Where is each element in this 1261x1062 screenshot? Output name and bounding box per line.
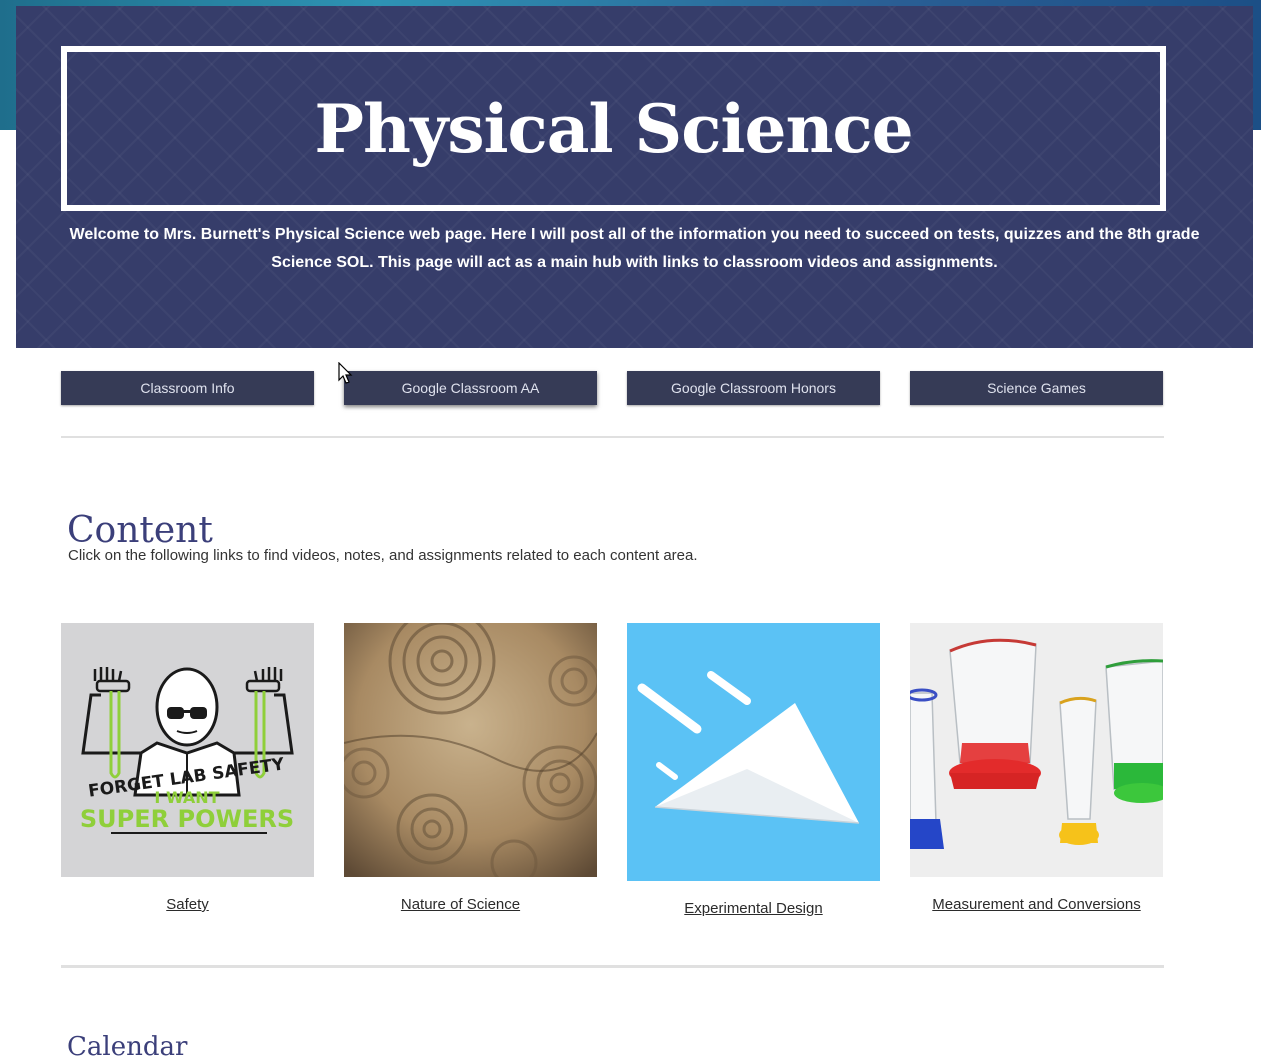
- content-link-measurement-and-conversions[interactable]: Measurement and Conversions: [910, 896, 1163, 913]
- nature-of-science-image-link[interactable]: [344, 623, 597, 877]
- calendar-heading: Calendar: [67, 1031, 188, 1062]
- section-divider: [61, 436, 1164, 438]
- header-banner: Physical Science Welcome to Mrs. Burnett…: [16, 6, 1253, 348]
- nav-button-classroom-info[interactable]: Classroom Info: [61, 371, 314, 405]
- nav-button-google-classroom-aa[interactable]: Google Classroom AA: [344, 371, 597, 405]
- measurement-image-link[interactable]: [910, 623, 1163, 877]
- content-heading: Content: [67, 509, 213, 551]
- fossils-image: [344, 623, 597, 877]
- content-link-experimental-design[interactable]: Experimental Design: [627, 900, 880, 917]
- paper-airplane-image: [627, 623, 880, 881]
- mouse-cursor-icon: [338, 362, 353, 384]
- content-intro: Click on the following links to find vid…: [68, 547, 698, 564]
- lab-safety-image: FORGET LAB SAFETY I WANT SUPER POWERS: [61, 623, 314, 877]
- title-frame: Physical Science: [61, 46, 1166, 211]
- measuring-cups-image: [910, 623, 1163, 877]
- content-link-safety[interactable]: Safety: [61, 896, 314, 913]
- section-divider: [61, 965, 1164, 968]
- image-text-line-3: SUPER POWERS: [80, 805, 294, 833]
- welcome-text: Welcome to Mrs. Burnett's Physical Scien…: [69, 226, 1200, 271]
- nav-button-google-classroom-honors[interactable]: Google Classroom Honors: [627, 371, 880, 405]
- content-link-nature-of-science[interactable]: Nature of Science: [334, 896, 587, 913]
- safety-image-link[interactable]: FORGET LAB SAFETY I WANT SUPER POWERS: [61, 623, 314, 877]
- experimental-design-image-link[interactable]: [627, 623, 880, 881]
- page-title: Physical Science: [314, 89, 913, 168]
- nav-button-science-games[interactable]: Science Games: [910, 371, 1163, 405]
